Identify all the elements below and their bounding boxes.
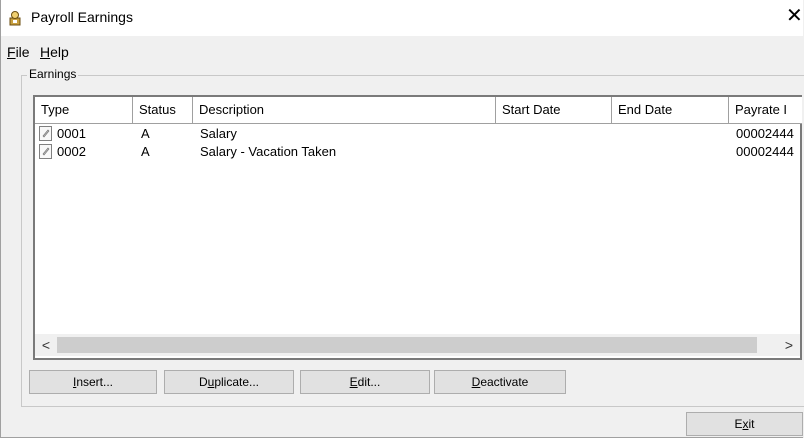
column-header-end-date[interactable]: End Date	[612, 97, 729, 123]
edit-label: dit...	[357, 375, 381, 389]
insert-button[interactable]: Insert...	[29, 370, 157, 394]
earnings-list[interactable]: Type Status Description Start Date End D…	[33, 95, 802, 360]
deactivate-accel: D	[471, 375, 481, 389]
document-icon	[39, 144, 52, 159]
scroll-right-icon[interactable]: >	[778, 334, 800, 356]
menu-help[interactable]: Help	[40, 44, 69, 60]
edit-accel: E	[349, 375, 358, 389]
cell-status: A	[141, 126, 150, 141]
cell-payrate: 00002444	[736, 144, 794, 159]
horizontal-scrollbar[interactable]: < >	[35, 334, 800, 356]
scroll-thumb[interactable]	[57, 337, 757, 353]
app-icon	[7, 10, 23, 26]
duplicate-label: plicate...	[214, 375, 260, 389]
menu-help-label: elp	[50, 44, 69, 60]
insert-label: nsert...	[76, 375, 114, 389]
exit-label: it	[748, 417, 755, 431]
cell-type: 0002	[57, 144, 86, 159]
cell-description: Salary - Vacation Taken	[200, 144, 337, 159]
cell-type: 0001	[57, 126, 86, 141]
earnings-group-label: Earnings	[27, 67, 79, 81]
list-header: Type Status Description Start Date End D…	[35, 97, 802, 124]
column-header-type[interactable]: Type	[35, 97, 133, 123]
edit-button[interactable]: Edit...	[300, 370, 430, 394]
exit-pre: E	[734, 417, 743, 431]
column-header-status[interactable]: Status	[133, 97, 193, 123]
menu-help-accel: H	[40, 44, 51, 60]
column-header-payrate[interactable]: Payrate I	[729, 97, 802, 123]
payroll-earnings-window: Payroll Earnings ✕ File Help Earnings Ty…	[0, 0, 804, 438]
duplicate-button[interactable]: Duplicate...	[164, 370, 294, 394]
column-header-description[interactable]: Description	[193, 97, 496, 123]
table-row[interactable]: 0001 A Salary 00002444	[35, 125, 800, 143]
exit-button[interactable]: Exit	[686, 412, 803, 436]
scroll-left-icon[interactable]: <	[35, 334, 57, 356]
cell-status: A	[141, 144, 150, 159]
window-title: Payroll Earnings	[31, 9, 133, 25]
document-icon	[39, 126, 52, 141]
table-row[interactable]: 0002 A Salary - Vacation Taken 00002444	[35, 143, 800, 161]
deactivate-button[interactable]: Deactivate	[434, 370, 566, 394]
title-bar: Payroll Earnings ✕	[1, 0, 803, 36]
cell-payrate: 00002444	[736, 126, 794, 141]
column-header-start-date[interactable]: Start Date	[496, 97, 612, 123]
menu-file-label: ile	[15, 44, 30, 60]
duplicate-pre: D	[198, 375, 208, 389]
menu-file-accel: F	[7, 44, 16, 60]
deactivate-label: eactivate	[480, 375, 529, 389]
close-icon[interactable]: ✕	[786, 6, 803, 26]
cell-description: Salary	[200, 126, 237, 141]
menu-file[interactable]: File	[7, 44, 30, 60]
